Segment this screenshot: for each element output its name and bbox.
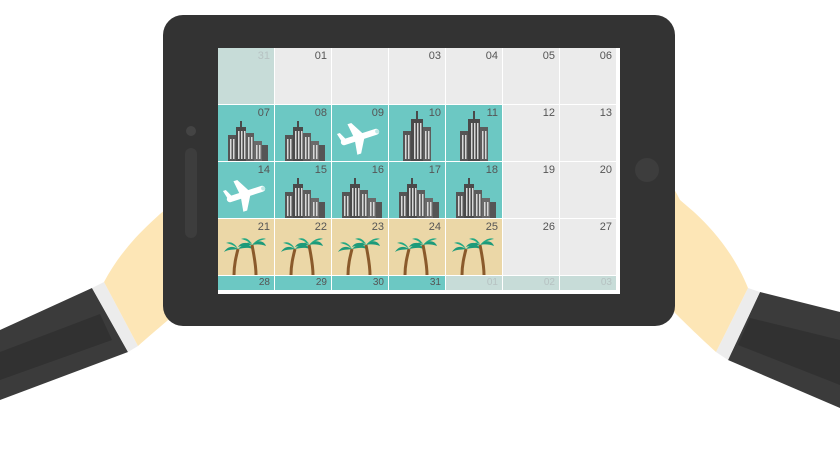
calendar-day[interactable]: 03	[389, 48, 445, 104]
day-number: 19	[542, 164, 555, 176]
calendar-day[interactable]: 04	[446, 48, 502, 104]
day-number: 15	[314, 164, 327, 176]
day-number: 02	[543, 277, 555, 288]
day-number: 29	[315, 277, 327, 288]
tablet-screen: 31 01 03 04 05 06 07 08 09 10 11 12 13 1…	[218, 48, 620, 294]
day-number: 01	[486, 277, 498, 288]
day-number: 07	[257, 107, 270, 119]
tablet-scene: 31 01 03 04 05 06 07 08 09 10 11 12 13 1…	[0, 0, 840, 463]
calendar-day[interactable]: 03	[560, 276, 616, 290]
calendar-day[interactable]: 13	[560, 105, 616, 161]
day-number: 31	[429, 277, 441, 288]
calendar-day[interactable]: 24	[389, 219, 445, 275]
day-number: 09	[371, 107, 384, 119]
calendar-day[interactable]: 27	[560, 219, 616, 275]
home-button[interactable]	[635, 158, 659, 182]
day-number: 28	[258, 277, 270, 288]
day-number: 03	[600, 277, 612, 288]
day-number: 20	[599, 164, 612, 176]
calendar-day[interactable]: 01	[446, 276, 502, 290]
day-number: 04	[485, 50, 498, 62]
calendar-day[interactable]: 06	[560, 48, 616, 104]
calendar-day[interactable]: 31	[389, 276, 445, 290]
day-number: 30	[372, 277, 384, 288]
calendar-day[interactable]: 11	[446, 105, 502, 161]
calendar-day[interactable]: 02	[503, 276, 559, 290]
day-number: 16	[371, 164, 384, 176]
day-number: 05	[542, 50, 555, 62]
calendar-day[interactable]	[332, 48, 388, 104]
calendar-day[interactable]: 17	[389, 162, 445, 218]
calendar-day[interactable]: 22	[275, 219, 331, 275]
day-number: 12	[542, 107, 555, 119]
day-number: 01	[314, 50, 327, 62]
calendar-day[interactable]: 20	[560, 162, 616, 218]
calendar-day[interactable]: 19	[503, 162, 559, 218]
calendar-day[interactable]: 26	[503, 219, 559, 275]
calendar-day[interactable]: 21	[218, 219, 274, 275]
calendar-day[interactable]: 10	[389, 105, 445, 161]
calendar-day[interactable]: 23	[332, 219, 388, 275]
calendar-day[interactable]: 28	[218, 276, 274, 290]
day-number: 27	[599, 221, 612, 233]
calendar-day[interactable]: 09	[332, 105, 388, 161]
calendar-day[interactable]: 18	[446, 162, 502, 218]
calendar-day[interactable]: 30	[332, 276, 388, 290]
calendar-day[interactable]: 29	[275, 276, 331, 290]
day-number: 03	[428, 50, 441, 62]
calendar-grid: 31 01 03 04 05 06 07 08 09 10 11 12 13 1…	[218, 48, 616, 290]
day-number: 10	[428, 107, 441, 119]
day-number: 22	[314, 221, 327, 233]
camera-dot	[186, 126, 196, 136]
calendar-day[interactable]: 01	[275, 48, 331, 104]
calendar-day[interactable]: 07	[218, 105, 274, 161]
day-number: 18	[485, 164, 498, 176]
calendar-day[interactable]: 08	[275, 105, 331, 161]
side-speaker	[185, 148, 197, 238]
day-number: 31	[257, 50, 270, 62]
day-number: 23	[371, 221, 384, 233]
day-number: 26	[542, 221, 555, 233]
day-number: 06	[599, 50, 612, 62]
day-number: 21	[257, 221, 270, 233]
day-number: 17	[428, 164, 441, 176]
day-number: 25	[485, 221, 498, 233]
calendar-day[interactable]: 16	[332, 162, 388, 218]
calendar-day[interactable]: 25	[446, 219, 502, 275]
calendar-day[interactable]: 12	[503, 105, 559, 161]
day-number: 13	[599, 107, 612, 119]
day-number: 24	[428, 221, 441, 233]
calendar-day[interactable]: 15	[275, 162, 331, 218]
calendar-day[interactable]: 05	[503, 48, 559, 104]
day-number: 11	[486, 107, 498, 119]
calendar-day[interactable]: 14	[218, 162, 274, 218]
calendar-day[interactable]: 31	[218, 48, 274, 104]
day-number: 08	[314, 107, 327, 119]
day-number: 14	[257, 164, 270, 176]
